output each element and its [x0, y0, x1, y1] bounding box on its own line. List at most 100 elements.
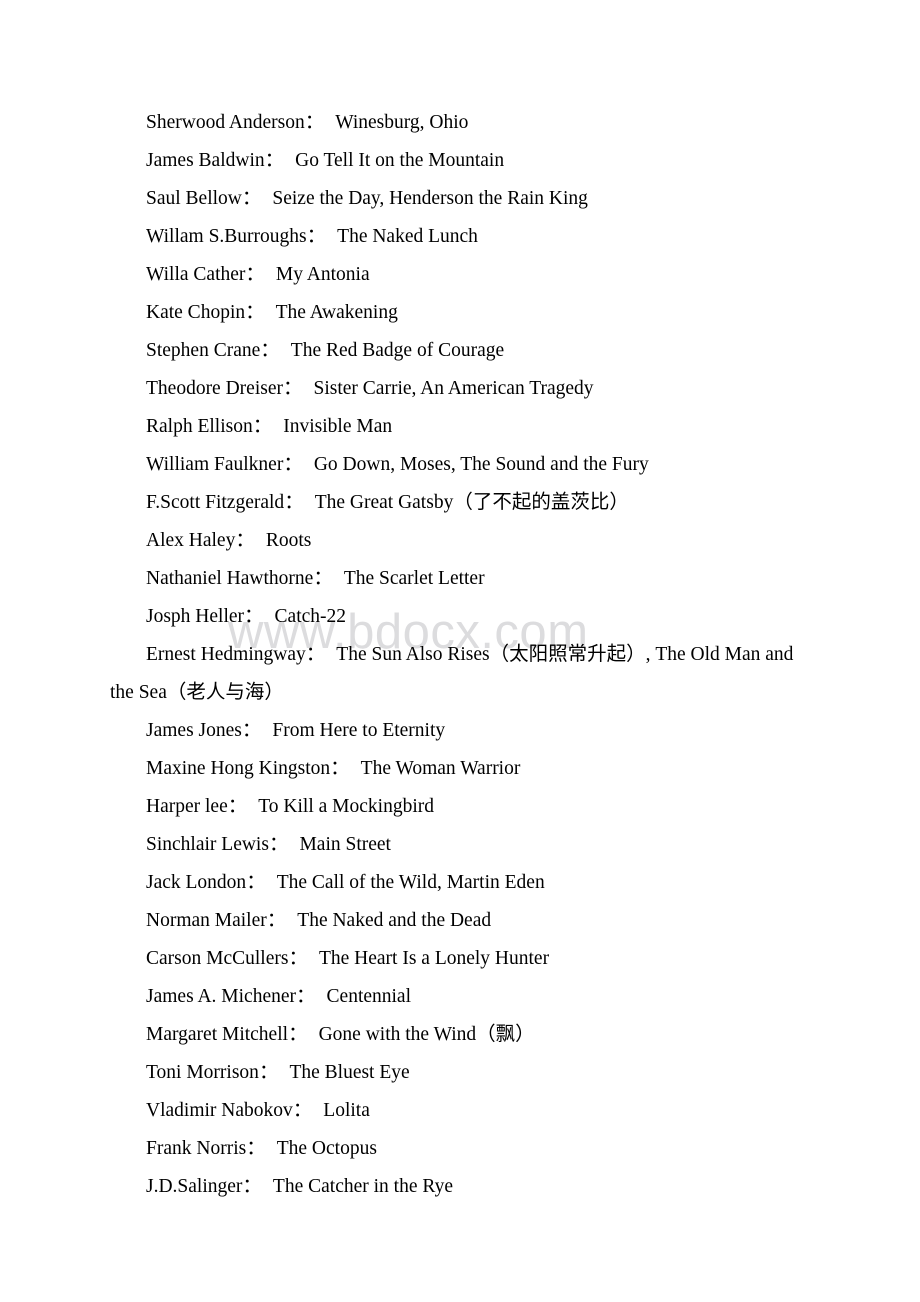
author-entry: Carson McCullers： The Heart Is a Lonely H… — [110, 940, 810, 978]
author-name: J.D.Salinger — [146, 1176, 243, 1197]
author-name: Margaret Mitchell — [146, 1024, 289, 1045]
author-name: James Jones — [146, 720, 242, 741]
author-entry: James A. Michener： Centennial — [110, 978, 810, 1016]
work-titles: The Call of the Wild, Martin Eden — [276, 872, 545, 893]
work-titles: Go Down, Moses, The Sound and the Fury — [313, 454, 649, 475]
name-works-separator: ： — [245, 302, 265, 323]
work-titles: My Antonia — [275, 264, 370, 285]
author-entry: Toni Morrison： The Bluest Eye — [110, 1054, 810, 1092]
name-works-separator: ： — [292, 1100, 313, 1121]
work-titles: The Red Badge of Courage — [290, 340, 505, 361]
work-titles: The Catcher in the Rye — [272, 1176, 453, 1197]
name-works-separator: ： — [288, 1024, 308, 1045]
author-name: Frank Norris — [146, 1138, 247, 1159]
author-entry: Ralph Ellison： Invisible Man — [110, 408, 810, 446]
name-works-separator: ： — [258, 1062, 279, 1083]
author-entry: Josph Heller： Catch-22 — [110, 598, 810, 636]
name-works-separator: ： — [305, 644, 326, 665]
author-name: Toni Morrison — [146, 1062, 259, 1083]
work-titles: The Woman Warrior — [360, 758, 521, 779]
name-works-separator: ： — [242, 1176, 262, 1197]
name-works-separator: ： — [246, 872, 266, 893]
work-titles: The Awakening — [275, 302, 398, 323]
work-titles: Catch-22 — [274, 606, 347, 627]
work-titles: Invisible Man — [283, 416, 393, 437]
author-name: Maxine Hong Kingston — [146, 758, 331, 779]
name-works-separator: ： — [268, 834, 289, 855]
author-entry: J.D.Salinger： The Catcher in the Rye — [110, 1168, 810, 1206]
author-entry: Frank Norris： The Octopus — [110, 1130, 810, 1168]
name-works-separator: ： — [235, 530, 255, 551]
work-titles: Winesburg, Ohio — [335, 112, 469, 133]
name-works-separator: ： — [264, 150, 285, 171]
work-titles: The Bluest Eye — [289, 1062, 410, 1083]
work-titles: Lolita — [323, 1100, 370, 1121]
work-titles: Gone with the Wind（飘） — [318, 1024, 535, 1045]
work-titles: The Great Gatsby（了不起的盖茨比） — [314, 492, 629, 513]
author-name: Sinchlair Lewis — [146, 834, 269, 855]
author-name: Norman Mailer — [146, 910, 267, 931]
author-name: Josph Heller — [146, 606, 245, 627]
author-entry: Willa Cather： My Antonia — [110, 256, 810, 294]
work-titles: Seize the Day, Henderson the Rain King — [272, 188, 588, 209]
author-name: Harper lee — [146, 796, 228, 817]
work-titles: Sister Carrie, An American Tragedy — [313, 378, 594, 399]
work-titles: Roots — [265, 530, 312, 551]
author-entry: Saul Bellow： Seize the Day, Henderson the… — [110, 180, 810, 218]
author-name: Theodore Dreiser — [146, 378, 283, 399]
work-titles: The Scarlet Letter — [343, 568, 485, 589]
name-works-separator: ： — [241, 720, 262, 741]
author-entry: James Jones： From Here to Eternity — [110, 712, 810, 750]
name-works-separator: ： — [260, 340, 280, 361]
work-titles: Go Tell It on the Mountain — [295, 150, 505, 171]
name-works-separator: ： — [245, 264, 265, 285]
author-entry: William Faulkner： Go Down, Moses, The Sou… — [110, 446, 810, 484]
name-works-separator: ： — [288, 948, 308, 969]
author-name: Ernest Hedmingway — [146, 644, 306, 665]
name-works-separator: ： — [296, 986, 316, 1007]
work-titles: From Here to Eternity — [272, 720, 446, 741]
author-entry: Margaret Mitchell： Gone with the Wind（飘） — [110, 1016, 810, 1054]
name-works-separator: ： — [304, 112, 325, 133]
name-works-separator: ： — [282, 378, 303, 399]
author-entry: Norman Mailer： The Naked and the Dead — [110, 902, 810, 940]
author-name: Willa Cather — [146, 264, 246, 285]
name-works-separator: ： — [244, 606, 264, 627]
work-titles: The Naked Lunch — [337, 226, 478, 247]
author-name: Willam S.Burroughs — [146, 226, 307, 247]
author-name: F.Scott Fitzgerald — [146, 492, 285, 513]
name-works-separator: ： — [252, 416, 273, 437]
author-entry: F.Scott Fitzgerald： The Great Gatsby（了不起的… — [110, 484, 810, 522]
name-works-separator: ： — [227, 796, 248, 817]
author-name: Saul Bellow — [146, 188, 242, 209]
author-name: Sherwood Anderson — [146, 112, 305, 133]
work-titles: The Octopus — [276, 1138, 377, 1159]
name-works-separator: ： — [246, 1138, 266, 1159]
author-entry: Sinchlair Lewis： Main Street — [110, 826, 810, 864]
author-name: Ralph Ellison — [146, 416, 253, 437]
author-name: Carson McCullers — [146, 948, 289, 969]
author-entry: Sherwood Anderson： Winesburg, Ohio — [110, 104, 810, 142]
name-works-separator: ： — [284, 492, 304, 513]
work-titles: The Heart Is a Lonely Hunter — [318, 948, 550, 969]
author-name: James A. Michener — [146, 986, 297, 1007]
author-entry: Alex Haley： Roots — [110, 522, 810, 560]
author-entry: Jack London： The Call of the Wild, Martin… — [110, 864, 810, 902]
name-works-separator: ： — [283, 454, 303, 475]
name-works-separator: ： — [313, 568, 333, 589]
author-name: Kate Chopin — [146, 302, 246, 323]
author-name: Vladimir Nabokov — [146, 1100, 293, 1121]
name-works-separator: ： — [306, 226, 327, 247]
author-name: Stephen Crane — [146, 340, 261, 361]
document-page: www.bdocx.com Sherwood Anderson： Winesbur… — [0, 0, 920, 1302]
author-entry: Maxine Hong Kingston： The Woman Warrior — [110, 750, 810, 788]
work-titles: The Naked and the Dead — [297, 910, 492, 931]
author-name: Alex Haley — [146, 530, 236, 551]
author-name: James Baldwin — [146, 150, 265, 171]
author-entry: Willam S.Burroughs： The Naked Lunch — [110, 218, 810, 256]
author-entry: Vladimir Nabokov： Lolita — [110, 1092, 810, 1130]
author-works-list: Sherwood Anderson ： Winesburg, Ohio James B… — [110, 104, 810, 1206]
work-titles: Main Street — [299, 834, 391, 855]
author-name: Nathaniel Hawthorne — [146, 568, 314, 589]
author-entry: Stephen Crane： The Red Badge of Courage — [110, 332, 810, 370]
